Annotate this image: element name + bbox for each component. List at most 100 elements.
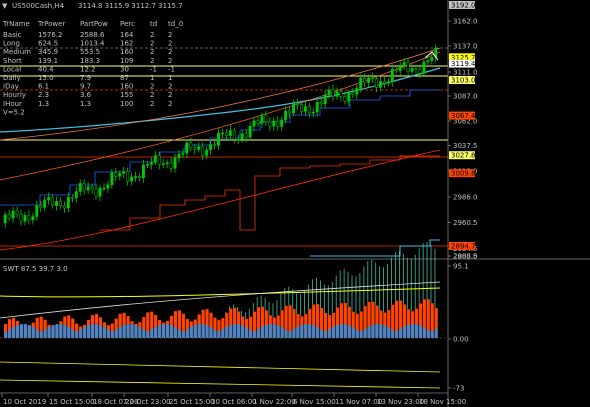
histogram-bar xyxy=(355,276,357,314)
histogram-bar xyxy=(55,324,59,338)
table-cell: 30 xyxy=(120,65,129,73)
table-cell: 9.7 xyxy=(80,83,91,91)
histogram-bar xyxy=(304,291,305,315)
histogram-bar xyxy=(169,325,174,338)
table-cell: 2 xyxy=(168,100,172,108)
histogram-bar xyxy=(126,324,130,338)
histogram-bar xyxy=(83,326,87,338)
table-cell: -1 xyxy=(150,65,157,73)
histogram-bar xyxy=(383,325,387,338)
histogram-bar xyxy=(339,324,343,338)
histogram-bar xyxy=(422,327,426,338)
histogram-bar xyxy=(197,324,201,338)
histogram-bar xyxy=(102,327,106,338)
histogram-bar xyxy=(296,326,300,338)
time-tick-label: 30 Oct 06:00 xyxy=(211,398,257,406)
histogram-bar xyxy=(146,331,150,338)
collapse-arrow-icon[interactable]: ▼ xyxy=(2,2,8,10)
histogram-bar xyxy=(229,324,233,338)
table-cell: 7.9 xyxy=(80,74,91,82)
histogram-bar xyxy=(130,324,134,338)
histogram-bar xyxy=(138,327,142,338)
histogram-bar xyxy=(347,271,349,307)
histogram-bar xyxy=(399,250,400,301)
histogram-bar xyxy=(296,293,298,315)
price-tick-label: 3137.0 xyxy=(453,43,478,51)
histogram-bar xyxy=(320,329,324,338)
histogram-bar xyxy=(300,294,302,317)
histogram-bar xyxy=(118,326,122,338)
price-tick-label: 3037.5 xyxy=(453,142,478,150)
table-cell: 183.3 xyxy=(80,57,100,65)
table-cell: 2588.6 xyxy=(80,31,105,39)
time-tick-label: 13 Nov 23:00 xyxy=(377,398,424,406)
histogram-bar xyxy=(430,331,434,338)
table-cell: Hourly xyxy=(3,91,26,99)
table-cell: IHour xyxy=(3,100,22,108)
histogram-bar xyxy=(414,324,418,338)
histogram-bar xyxy=(422,243,424,300)
histogram-bar xyxy=(343,268,345,303)
price-tag-label: 3009.8 xyxy=(451,170,476,178)
table-cell: 2 xyxy=(168,48,172,56)
histogram-bar xyxy=(233,324,237,338)
histogram-bar xyxy=(90,324,95,338)
indicator-title: SWT 87.5 39.7 3.0 xyxy=(3,265,68,273)
table-cell: 2 xyxy=(168,40,172,48)
histogram-bar xyxy=(308,324,312,338)
histogram-bar xyxy=(363,328,367,338)
table-cell: 155 xyxy=(120,91,133,99)
table-cell: 624.5 xyxy=(38,40,58,48)
table-cell: 2 xyxy=(150,57,154,65)
histogram-bar xyxy=(343,324,347,338)
histogram-bar xyxy=(241,310,242,317)
histogram-bar xyxy=(347,325,351,338)
histogram-bar xyxy=(268,324,272,338)
table-header: Perc xyxy=(120,20,135,28)
price-tag-label: 3192.0 xyxy=(451,2,476,10)
histogram-bar xyxy=(256,297,258,308)
table-cell: 109 xyxy=(120,57,133,65)
table-cell: 87 xyxy=(120,74,129,82)
table-cell: 160 xyxy=(120,48,133,56)
table-cell: Local xyxy=(3,65,21,73)
price-tag-label: 3103.0 xyxy=(451,77,476,85)
histogram-bar xyxy=(391,257,392,305)
histogram-bar xyxy=(189,326,193,338)
histogram-bar xyxy=(71,329,75,338)
time-tick-label: 10 Oct 2019 xyxy=(3,398,46,406)
table-cell: 1 xyxy=(168,74,172,82)
price-tick-label: 2960.5 xyxy=(453,219,478,227)
histogram-bar xyxy=(177,329,181,338)
histogram-bar xyxy=(205,325,209,338)
table-header: TrName xyxy=(2,20,30,28)
histogram-bar xyxy=(284,329,288,338)
histogram-bar xyxy=(359,272,361,312)
histogram-bar xyxy=(63,325,67,338)
price-tag-label: 3119.4 xyxy=(451,60,476,68)
table-cell: Daily xyxy=(3,74,21,82)
histogram-bar xyxy=(272,303,274,318)
histogram-bar xyxy=(252,331,257,338)
histogram-bar xyxy=(375,324,379,338)
table-cell: 6.1 xyxy=(38,83,49,91)
histogram-bar xyxy=(134,325,138,338)
table-cell: 164 xyxy=(120,31,134,39)
histogram-bar xyxy=(418,325,422,338)
table-footer: V=5.2 xyxy=(3,108,25,116)
trading-chart-window[interactable]: 3162.03137.03111.03087.03062.03037.53012… xyxy=(0,0,590,407)
histogram-bar xyxy=(11,326,16,338)
histogram-bar xyxy=(217,331,221,338)
table-cell: 1.3 xyxy=(80,100,91,108)
histogram-bar xyxy=(229,306,230,309)
histogram-bar xyxy=(375,262,377,306)
table-cell: 139.1 xyxy=(38,57,58,65)
price-tag: 3009.8 xyxy=(449,169,476,178)
histogram-bar xyxy=(327,328,332,338)
histogram-bar xyxy=(237,324,241,338)
table-cell: 100 xyxy=(120,100,133,108)
histogram-bar xyxy=(300,324,304,338)
histogram-bar xyxy=(248,309,250,317)
histogram-bar xyxy=(323,284,325,313)
histogram-bar xyxy=(201,324,205,338)
